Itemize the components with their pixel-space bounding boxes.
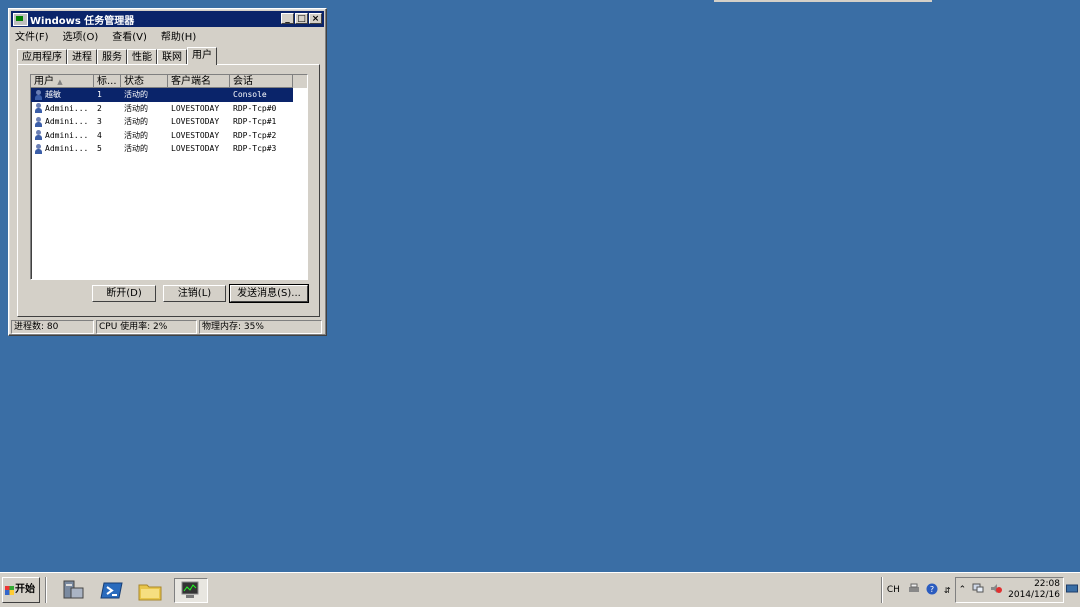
column-client[interactable]: 客户端名 (168, 75, 230, 88)
cell-id: 2 (97, 103, 102, 113)
minimize-button[interactable]: _ (281, 13, 294, 24)
users-list[interactable]: 用户 ▲ 标... 状态 客户端名 会话 越敏 1 活动的 Console Ad… (30, 74, 308, 280)
start-button[interactable]: 开始 (2, 577, 40, 603)
cell-id: 1 (94, 88, 121, 102)
user-icon (34, 103, 43, 113)
cell-client: LOVESTODAY (171, 117, 220, 126)
task-manager-taskbar-button[interactable] (174, 578, 208, 603)
taskbar-separator (45, 577, 47, 603)
column-user[interactable]: 用户 ▲ (31, 75, 94, 88)
taskbar: 开始 CH ? ⇵ ⌃ 22:08 2014/12/16 (0, 572, 1080, 607)
cell-user: Admini... (45, 117, 89, 126)
window-title: Windows 任务管理器 (30, 15, 135, 27)
cell-status: 活动的 (121, 88, 168, 102)
show-desktop-icon[interactable] (1066, 584, 1078, 597)
clock-time: 22:08 (1034, 579, 1060, 589)
close-button[interactable]: × (309, 13, 322, 24)
user-icon (34, 130, 43, 140)
clock-date: 2014/12/16 (1008, 590, 1060, 600)
cell-id: 3 (97, 117, 102, 126)
cell-client: LOVESTODAY (171, 130, 220, 140)
cell-session: RDP-Tcp#0 (233, 103, 277, 113)
table-row[interactable]: Admini... 5 活动的 LOVESTODAY RDP-Tcp#3 (31, 142, 307, 156)
language-indicator[interactable]: CH (887, 585, 900, 595)
cell-user: Admini... (45, 144, 89, 153)
tab-strip: 应用程序 进程 服务 性能 联网 用户 (17, 47, 217, 65)
send-message-button[interactable]: 发送消息(S)... (229, 284, 309, 303)
taskbar-separator (880, 577, 883, 603)
user-icon (34, 89, 43, 100)
status-cpu: CPU 使用率: 2% (96, 320, 197, 334)
table-row[interactable]: Admini... 4 活动的 LOVESTODAY RDP-Tcp#2 (31, 129, 307, 143)
cell-session: RDP-Tcp#2 (233, 130, 277, 140)
tab-applications[interactable]: 应用程序 (17, 49, 67, 64)
menu-bar: 文件(F) 选项(O) 查看(V) 帮助(H) (13, 28, 198, 43)
menu-options[interactable]: 选项(O) (61, 28, 101, 43)
status-memory: 物理内存: 35% (199, 320, 322, 334)
tab-performance[interactable]: 性能 (127, 49, 157, 64)
menu-file[interactable]: 文件(F) (13, 28, 51, 43)
cell-id: 4 (97, 130, 102, 140)
tab-users[interactable]: 用户 (187, 47, 217, 65)
cell-id: 5 (97, 144, 102, 153)
cell-session: Console (230, 88, 293, 102)
menu-help[interactable]: 帮助(H) (159, 28, 198, 43)
column-session[interactable]: 会话 (230, 75, 293, 88)
ime-toggle-icon[interactable]: ⇵ (944, 586, 951, 595)
logoff-button[interactable]: 注销(L) (163, 285, 226, 302)
cell-user: Admini... (45, 103, 89, 113)
list-header: 用户 ▲ 标... 状态 客户端名 会话 (31, 75, 307, 88)
explorer-folder-icon[interactable] (137, 578, 163, 603)
help-icon[interactable]: ? (926, 583, 938, 598)
cell-session: RDP-Tcp#1 (233, 117, 277, 126)
cell-status: 活动的 (124, 130, 148, 140)
tab-services[interactable]: 服务 (97, 49, 127, 64)
system-tray: CH ? ⇵ ⌃ 22:08 2014/12/16 (880, 577, 1078, 603)
menu-view[interactable]: 查看(V) (110, 28, 149, 43)
cell-status: 活动的 (124, 117, 148, 126)
cell-user: 越敏 (45, 90, 61, 99)
task-manager-icon (13, 12, 28, 26)
offscreen-window-edge (714, 0, 932, 2)
column-status[interactable]: 状态 (121, 75, 168, 88)
notification-area: ⌃ 22:08 2014/12/16 (954, 577, 1064, 603)
cell-client (168, 88, 230, 102)
cell-user: Admini... (45, 130, 89, 140)
table-row[interactable]: Admini... 2 活动的 LOVESTODAY RDP-Tcp#0 (31, 102, 307, 116)
table-row[interactable]: Admini... 3 活动的 LOVESTODAY RDP-Tcp#1 (31, 115, 307, 129)
column-id[interactable]: 标... (94, 75, 121, 88)
cell-client: LOVESTODAY (171, 103, 220, 113)
title-bar[interactable]: Windows 任务管理器 _ □ × (11, 11, 324, 27)
maximize-button[interactable]: □ (295, 13, 308, 24)
table-row[interactable]: 越敏 1 活动的 Console (31, 88, 307, 102)
start-label: 开始 (15, 584, 35, 595)
tab-networking[interactable]: 联网 (157, 49, 187, 64)
windows-logo-icon (5, 585, 14, 595)
cell-session: RDP-Tcp#3 (233, 144, 277, 153)
cell-status: 活动的 (124, 144, 148, 153)
printer-icon[interactable] (908, 583, 920, 597)
user-icon (34, 143, 43, 154)
disconnect-button[interactable]: 断开(D) (92, 285, 156, 302)
task-manager-window: Windows 任务管理器 _ □ × 文件(F) 选项(O) 查看(V) 帮助… (8, 8, 327, 336)
status-bar: 进程数: 80 CPU 使用率: 2% 物理内存: 35% (11, 320, 324, 334)
sort-ascending-icon: ▲ (57, 78, 63, 86)
volume-muted-icon[interactable] (990, 583, 1003, 597)
server-manager-icon[interactable] (60, 578, 86, 603)
cell-status: 活动的 (124, 103, 148, 113)
powershell-icon[interactable] (99, 578, 125, 603)
tab-processes[interactable]: 进程 (67, 49, 97, 64)
svg-text:?: ? (930, 585, 934, 594)
show-hidden-icons-icon[interactable]: ⌃ (959, 585, 967, 595)
cell-client: LOVESTODAY (171, 144, 220, 153)
status-processes: 进程数: 80 (11, 320, 94, 334)
network-icon[interactable] (972, 583, 984, 597)
user-icon (34, 116, 43, 127)
clock[interactable]: 22:08 2014/12/16 (1008, 579, 1060, 601)
